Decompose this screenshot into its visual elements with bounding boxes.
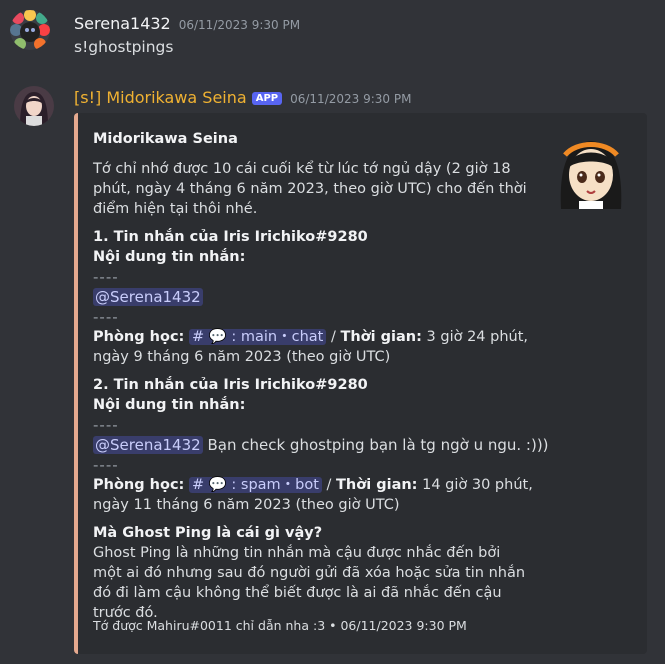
- embed-author: Midorikawa Seina: [93, 131, 238, 147]
- hash-icon: #: [191, 477, 205, 493]
- timestamp: 06/11/2023 9:30 PM: [290, 92, 412, 106]
- channel-name: main・chat: [240, 329, 324, 345]
- embed-footer: Tớ được Mahiru#0011 chỉ dẫn nha :3 • 06/…: [93, 618, 467, 633]
- content-label: Nội dung tin nhắn:: [93, 397, 246, 413]
- hash-icon: #: [191, 329, 205, 345]
- channel-link[interactable]: # 💬 : spam・bot: [188, 477, 322, 493]
- time-label: Thời gian:: [340, 329, 422, 345]
- embed-body: Midorikawa Seina Tớ chỉ nhớ được 10 cái …: [93, 129, 549, 623]
- embed-field: 1. Tin nhắn của Iris Irichiko#9280 Nội d…: [93, 227, 533, 367]
- embed-field: 2. Tin nhắn của Iris Irichiko#9280 Nội d…: [93, 375, 549, 515]
- embed-field: Mà Ghost Ping là cái gì vậy? Ghost Ping …: [93, 523, 533, 623]
- embed: Midorikawa Seina Tớ chỉ nhớ được 10 cái …: [74, 113, 647, 654]
- message-content: s!ghostpings: [74, 38, 174, 56]
- timestamp: 06/11/2023 9:30 PM: [178, 18, 301, 32]
- flower-avatar-icon: [10, 10, 50, 50]
- anime-character-thumbnail-icon: [560, 141, 622, 209]
- anime-girl-avatar-icon: [14, 86, 54, 126]
- username[interactable]: Serena1432: [74, 14, 171, 33]
- content-label: Nội dung tin nhắn:: [93, 249, 246, 265]
- field-title: 1. Tin nhắn của Iris Irichiko#9280: [93, 229, 368, 245]
- room-line: Phòng học: # 💬 : spam・bot / Thời gian: 1…: [93, 477, 533, 513]
- embed-thumbnail[interactable]: [551, 129, 631, 209]
- embed-description: Tớ chỉ nhớ được 10 cái cuối kể từ lúc tớ…: [93, 161, 527, 217]
- chat-bubble-icon: 💬: [208, 329, 227, 345]
- user-mention[interactable]: @Serena1432: [93, 436, 203, 454]
- time-label: Thời gian:: [336, 477, 418, 493]
- separator: ----: [93, 268, 119, 286]
- chat-bubble-icon: 💬: [208, 477, 227, 493]
- room-label: Phòng học:: [93, 329, 185, 345]
- room-label: Phòng học:: [93, 477, 185, 493]
- field-value: Ghost Ping là những tin nhắn mà cậu được…: [93, 545, 526, 621]
- channel-name: spam・bot: [240, 477, 319, 493]
- separator: ----: [93, 308, 119, 326]
- separator: ----: [93, 456, 119, 474]
- message-content: @Serena1432: [93, 287, 533, 307]
- message-content: @Serena1432 Bạn check ghostping bạn là t…: [93, 435, 549, 455]
- message-text: Bạn check ghostping bạn là tg ngờ u ngu.…: [207, 436, 549, 454]
- separator: ----: [93, 416, 119, 434]
- bot-username[interactable]: [s!] Midorikawa Seina: [74, 88, 247, 107]
- user-mention[interactable]: @Serena1432: [93, 288, 203, 306]
- bot-avatar[interactable]: [14, 86, 54, 126]
- channel-link[interactable]: # 💬 : main・chat: [188, 329, 327, 345]
- room-line: Phòng học: # 💬 : main・chat / Thời gian: …: [93, 329, 529, 365]
- field-title: 2. Tin nhắn của Iris Irichiko#9280: [93, 377, 368, 393]
- app-badge: APP: [251, 92, 283, 105]
- field-title: Mà Ghost Ping là cái gì vậy?: [93, 525, 323, 541]
- avatar[interactable]: [10, 10, 50, 50]
